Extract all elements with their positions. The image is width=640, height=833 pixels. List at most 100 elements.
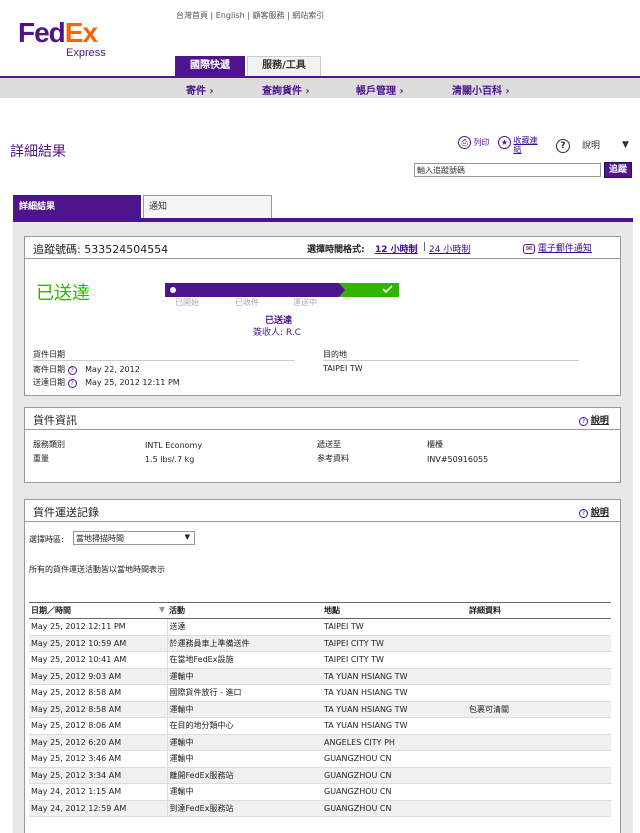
track-button[interactable]: 追蹤 bbox=[604, 162, 632, 178]
delivered-to-value: 櫃檯 bbox=[427, 440, 443, 449]
destination-label: 目的地 bbox=[323, 350, 347, 359]
travel-history-table: 日期／時間 ▼ 活動 地點 詳細資料 May 25, 2012 12:11 PM 送… bbox=[29, 602, 611, 817]
cell-activity: 離開FedEx服務站 bbox=[167, 767, 322, 784]
cell-date-time: May 25, 2012 8:06 AM bbox=[29, 717, 168, 735]
progress-start-dot bbox=[170, 287, 176, 293]
table-row: May 25, 2012 3:34 AM 離開FedEx服務站 GUANGZHOU … bbox=[29, 767, 611, 784]
timezone-label: 選擇時區: bbox=[29, 535, 64, 544]
column-date-time-label: 日期／時間 bbox=[31, 606, 71, 615]
time-12h-link[interactable]: 12 小時制 bbox=[375, 242, 418, 255]
cell-details bbox=[467, 734, 611, 751]
column-activity: 活動 bbox=[167, 602, 322, 619]
weight-label: 重量 bbox=[33, 454, 49, 463]
select-arrow-icon: ▼ bbox=[184, 533, 190, 541]
signed-by: 簽收人: R.C bbox=[253, 328, 301, 338]
cell-activity: 運輸中 bbox=[167, 783, 322, 801]
cell-details bbox=[467, 635, 611, 652]
reference-label: 参考資料 bbox=[317, 454, 349, 463]
cell-date-time: May 25, 2012 8:58 AM bbox=[29, 684, 168, 702]
nav-account[interactable]: 帳戶管理 › bbox=[356, 82, 404, 97]
logo-express-text: Express bbox=[66, 47, 106, 59]
cell-activity: 運輸中 bbox=[167, 734, 322, 751]
cell-location: TAIPEI CITY TW bbox=[322, 651, 467, 669]
ship-date-value: May 22, 2012 bbox=[85, 365, 140, 374]
cell-activity: 到達FedEx服務站 bbox=[167, 800, 322, 817]
shipment-info-help-link[interactable]: ? 說明 bbox=[579, 413, 609, 426]
tab-detailed-results[interactable]: 詳細結果 bbox=[13, 195, 141, 218]
tab-notifications[interactable]: 通知 bbox=[143, 195, 272, 218]
timezone-select[interactable]: 當地掃描時間 ▼ bbox=[73, 531, 195, 545]
destination-value: TAIPEI TW bbox=[323, 364, 363, 373]
nav-customs[interactable]: 清關小百科 › bbox=[452, 82, 510, 97]
cell-date-time: May 25, 2012 10:41 AM bbox=[29, 651, 168, 669]
local-time-note: 所有的貨件運送活動皆以當地時間表示 bbox=[29, 565, 165, 574]
email-notify-label: 電子郵件通知 bbox=[537, 244, 592, 254]
travel-history-panel: 貨件運送記錄 ? 說明 選擇時區: 當地掃描時間 ▼ 所有的貨件運送活動皆以當地… bbox=[24, 499, 621, 833]
cell-date-time: May 25, 2012 9:03 AM bbox=[29, 668, 168, 685]
cell-activity: 送達 bbox=[167, 618, 322, 636]
column-details: 詳細資料 bbox=[467, 602, 611, 619]
cell-date-time: May 25, 2012 10:59 AM bbox=[29, 635, 168, 652]
email-icon: ✉ bbox=[523, 244, 535, 254]
favorite-link[interactable]: ★ 收藏連結 bbox=[498, 136, 540, 154]
shipment-info-header: 貨件資訊 ? 說明 bbox=[25, 408, 620, 430]
travel-history-help-label: 說明 bbox=[590, 508, 609, 518]
cell-activity: 在當地FedEx設施 bbox=[167, 651, 322, 669]
cell-details bbox=[467, 618, 611, 636]
table-row: May 25, 2012 12:11 PM 送達 TAIPEI TW bbox=[29, 618, 611, 636]
table-row: May 25, 2012 9:03 AM 運輸中 TA YUAN HSIANG TW bbox=[29, 668, 611, 685]
help-dropdown[interactable]: ? 說明 bbox=[556, 138, 600, 153]
nav-ship[interactable]: 寄件 › bbox=[186, 82, 214, 97]
cell-activity: 國際貨件放行 - 進口 bbox=[167, 684, 322, 702]
tracking-number-input[interactable] bbox=[414, 163, 601, 177]
tab-international-express[interactable]: 國際快遞 bbox=[175, 56, 245, 76]
top-links[interactable]: 台灣首頁 | English | 顧客服務 | 網站索引 bbox=[176, 10, 324, 21]
service-type-value: INTL Economy bbox=[145, 441, 203, 450]
cell-location: GUANGZHOU CN bbox=[322, 783, 467, 801]
column-date-time[interactable]: 日期／時間 ▼ bbox=[29, 602, 167, 619]
help-label: 說明 bbox=[582, 141, 601, 151]
delivery-date-value: May 25, 2012 12:11 PM bbox=[85, 378, 180, 387]
cell-details bbox=[467, 717, 611, 735]
page-title: 詳細結果 bbox=[10, 144, 66, 160]
cell-activity: 於運務員車上準備送件 bbox=[167, 635, 322, 652]
travel-history-rows: May 25, 2012 12:11 PM 送達 TAIPEI TW May 25, … bbox=[29, 618, 611, 817]
table-row: May 24, 2012 12:59 AM 到達FedEx服務站 GUANGZHOU… bbox=[29, 800, 611, 817]
weight-value: 1.5 lbs/.7 kg bbox=[145, 455, 195, 464]
bookmark-icon: ★ bbox=[498, 136, 511, 149]
cell-details bbox=[467, 750, 611, 768]
print-label: 列印 bbox=[473, 138, 490, 147]
time-24h-link[interactable]: 24 小時制 bbox=[429, 242, 470, 255]
summary-panel: 追蹤號碼: 533524504554 選擇時間格式: 12 小時制 | 24 小… bbox=[24, 236, 621, 396]
cell-location: GUANGZHOU CN bbox=[322, 750, 467, 768]
cell-date-time: May 24, 2012 1:15 AM bbox=[29, 783, 168, 801]
nav-track[interactable]: 查詢貨件 › bbox=[262, 82, 310, 97]
timezone-value: 當地掃描時間 bbox=[76, 534, 124, 543]
fedex-logo[interactable]: FedEx bbox=[18, 19, 98, 47]
print-icon: ⎙ bbox=[458, 136, 471, 149]
cell-details bbox=[467, 684, 611, 702]
progress-label-started: 已開始 bbox=[175, 298, 199, 307]
main-nav-bar: 寄件 › 查詢貨件 › 帳戶管理 › 清關小百科 › bbox=[0, 76, 640, 98]
cell-details bbox=[467, 783, 611, 801]
travel-history-help-link[interactable]: ? 說明 bbox=[579, 505, 609, 518]
cell-location: TA YUAN HSIANG TW bbox=[322, 717, 467, 735]
travel-history-header: 貨件運送記錄 ? 說明 bbox=[25, 500, 620, 522]
favorite-label: 收藏連結 bbox=[513, 136, 538, 154]
delivery-date-help-icon[interactable]: ? bbox=[67, 379, 77, 388]
shipment-info-panel: 貨件資訊 ? 說明 服務類別 INTL Economy 重量 1.5 lbs/.… bbox=[24, 407, 621, 483]
email-notify-link[interactable]: ✉ 電子郵件通知 bbox=[523, 241, 592, 254]
progress-label-delivered: 已送達 bbox=[353, 298, 377, 307]
summary-header: 追蹤號碼: 533524504554 選擇時間格式: 12 小時制 | 24 小… bbox=[25, 237, 620, 259]
ship-date-help-icon[interactable]: ? bbox=[67, 366, 77, 375]
cell-details bbox=[467, 800, 611, 817]
tab-services-tools[interactable]: 服務/工具 bbox=[247, 56, 321, 76]
dropdown-arrow-icon[interactable]: ▼ bbox=[622, 140, 629, 150]
help-icon: ? bbox=[556, 139, 570, 153]
dates-divider bbox=[33, 360, 295, 361]
print-link[interactable]: ⎙ 列印 bbox=[458, 136, 490, 149]
cell-location: GUANGZHOU CN bbox=[322, 800, 467, 817]
travel-history-title: 貨件運送記錄 bbox=[33, 506, 99, 519]
shipment-info-help-label: 說明 bbox=[590, 416, 609, 426]
cell-date-time: May 25, 2012 3:34 AM bbox=[29, 767, 168, 784]
